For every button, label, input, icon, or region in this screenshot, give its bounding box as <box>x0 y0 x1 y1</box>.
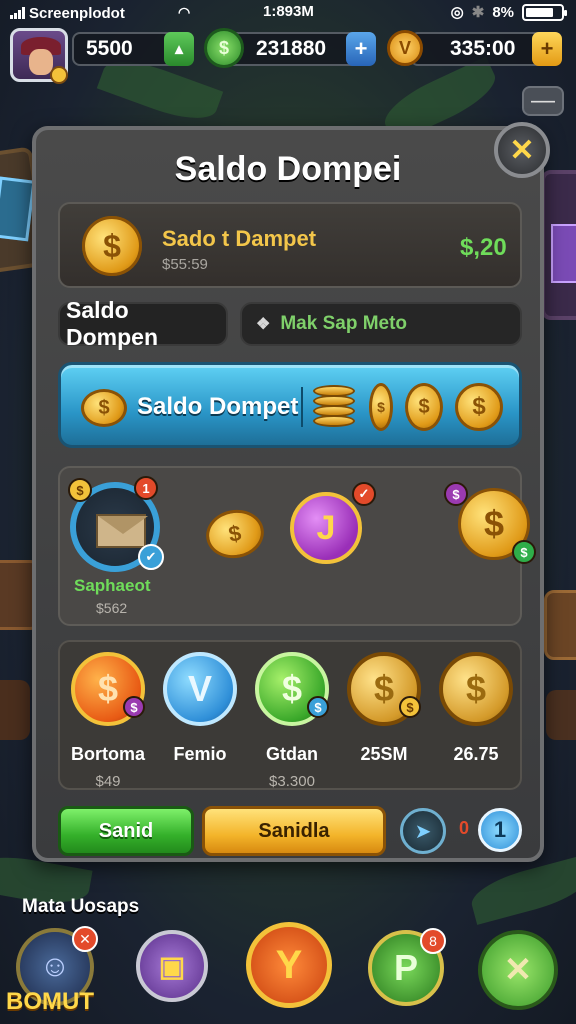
background-crate-right-lower <box>544 590 576 660</box>
battery-level <box>526 7 554 17</box>
bottom-label: Mata Uosaps <box>22 896 140 917</box>
gold-coin-icon: $ <box>455 383 503 431</box>
count-zero: 0 <box>459 818 470 838</box>
location-icon: ◎ <box>450 4 464 21</box>
bluetooth-icon: ✱ <box>471 4 485 21</box>
background-crate-right <box>541 170 576 320</box>
purple-token-icon[interactable]: J <box>290 492 362 564</box>
small-coin-icon: $ <box>82 216 142 276</box>
nav-main-button[interactable]: Y <box>246 922 332 1008</box>
check-icon: ✔ <box>138 544 164 570</box>
gold-coin-icon: $ <box>405 383 443 431</box>
coins-counter: 335:00 + <box>410 32 562 66</box>
coins-add-button[interactable]: + <box>532 32 562 66</box>
currency-item[interactable]: $ $ Bortoma $49 <box>68 652 148 790</box>
check-badge-icon: ✓ <box>352 482 376 506</box>
gold-coin-icon: $ $ <box>347 652 421 726</box>
game-brand-logo: BOMUT <box>6 988 94 1015</box>
plus-badge-icon: $ <box>512 540 536 564</box>
coin-stack-icon <box>313 385 355 431</box>
count-one-button[interactable]: 1 <box>478 808 522 852</box>
balance-amount: $,20 <box>460 234 507 261</box>
envelope-icon <box>96 514 148 548</box>
banner-label: Saldo Dompet <box>137 393 299 420</box>
gems-counter: 5500 ▴ <box>72 32 194 66</box>
currency-item[interactable]: $ 26.75 <box>436 652 516 773</box>
gold-coin-icon: $ <box>439 652 513 726</box>
currency-value: $49 <box>95 773 121 790</box>
wifi-icon: ◠ <box>178 4 191 20</box>
minimize-button[interactable]: — <box>522 86 564 116</box>
tab-saldo[interactable]: Saldo Dompen <box>58 297 228 350</box>
nav-inventory-button[interactable]: ▣ <box>136 930 208 1002</box>
battery-icon <box>522 3 567 21</box>
coin-icon: V <box>387 30 423 66</box>
cash-value: 231880 <box>256 37 327 60</box>
cash-icon: $ <box>204 28 244 68</box>
currency-name: Gtdan <box>266 744 318 764</box>
profile-badge: ✕ <box>72 926 98 952</box>
nav-battle-button[interactable]: ✕ <box>478 930 558 1010</box>
tab-map-label: Mak Sap Meto <box>280 313 408 334</box>
currency-value: $3.300 <box>269 773 315 790</box>
close-button[interactable]: ✕ <box>494 122 550 178</box>
status-time: 1:893M <box>263 3 314 20</box>
sparkle-icon: ❖ <box>256 316 271 333</box>
background-block-left <box>0 680 30 740</box>
coin-badge-icon: $ <box>68 478 92 502</box>
status-bar: Screenplodot ◠ 1:893M ◎ ✱ 8% <box>0 0 576 26</box>
balance-label: Sado t Dampet <box>162 226 317 251</box>
tab-map[interactable]: ❖ Mak Sap Meto <box>240 302 522 346</box>
tab-saldo-label: Saldo Dompen <box>66 297 158 350</box>
battery-percent: 8% <box>492 3 514 21</box>
coin-badge-icon: $ <box>399 696 421 718</box>
currency-item[interactable]: V Femio <box>160 652 240 773</box>
shop-badge: 8 <box>420 928 446 954</box>
reward-name: Saphaeot <box>74 576 151 595</box>
panel-title: Saldo Dompei <box>174 150 402 188</box>
currency-item[interactable]: $ $ Gtdan $3.300 <box>252 652 332 790</box>
paper-plane-icon[interactable]: ➤ <box>400 808 446 854</box>
wallet-banner-button[interactable]: $ Saldo Dompet $ $ $ <box>58 362 522 448</box>
currency-grid: $ $ Bortoma $49 V Femio $ $ Gtdan $3.300 $… <box>58 640 522 790</box>
carrier-name: Screenplodot <box>29 4 125 22</box>
balance-card[interactable]: $ Sado t Dampet $55:59 $ $,20 <box>58 202 522 288</box>
gold-coin-icon: $ <box>81 389 127 427</box>
currency-name: Femio <box>173 744 227 764</box>
coins-value: 335:00 <box>450 37 516 60</box>
green-coin-icon: $ $ <box>255 652 329 726</box>
notification-badge: 1 <box>134 476 158 500</box>
background-leaf <box>466 855 576 925</box>
gold-coin-icon: $ <box>369 383 393 431</box>
coin-badge-icon: $ <box>123 696 145 718</box>
rewards-grid: ✔ $ 1 Saphaeot $562 $ J ✓ $ $ $ <box>58 466 536 626</box>
wallet-panel: Saldo Dompei $ Sado t Dampet $55:59 $ $,… <box>32 126 544 862</box>
coin-badge-icon: $ <box>307 696 329 718</box>
gems-add-button[interactable]: ▴ <box>164 32 194 66</box>
blue-coin-icon: V <box>163 652 237 726</box>
banner-divider <box>301 387 303 427</box>
gems-value: 5500 <box>86 37 133 60</box>
reward-value: $562 <box>96 600 128 616</box>
avatar-level-badge <box>50 66 68 84</box>
cash-add-button[interactable]: + <box>346 32 376 66</box>
send-green-button[interactable]: Sanid <box>58 806 194 856</box>
coin-badge-icon: $ <box>444 482 468 506</box>
background-block-right <box>546 690 576 740</box>
resource-bar: 5500 ▴ 231880 + 335:00 + <box>0 26 576 84</box>
signal-icon <box>10 7 25 19</box>
currency-name: Bortoma <box>70 744 145 764</box>
avatar-face <box>29 49 53 75</box>
currency-name: 25SM <box>360 744 408 764</box>
orange-coin-icon: $ $ <box>71 652 145 726</box>
currency-name: 26.75 <box>453 744 499 764</box>
balance-sub: $55:59 <box>162 256 208 273</box>
gold-coin-icon[interactable]: $ <box>202 505 268 563</box>
send-yellow-button[interactable]: Sanidla <box>202 806 386 856</box>
currency-item[interactable]: $ $ 25SM <box>344 652 424 773</box>
